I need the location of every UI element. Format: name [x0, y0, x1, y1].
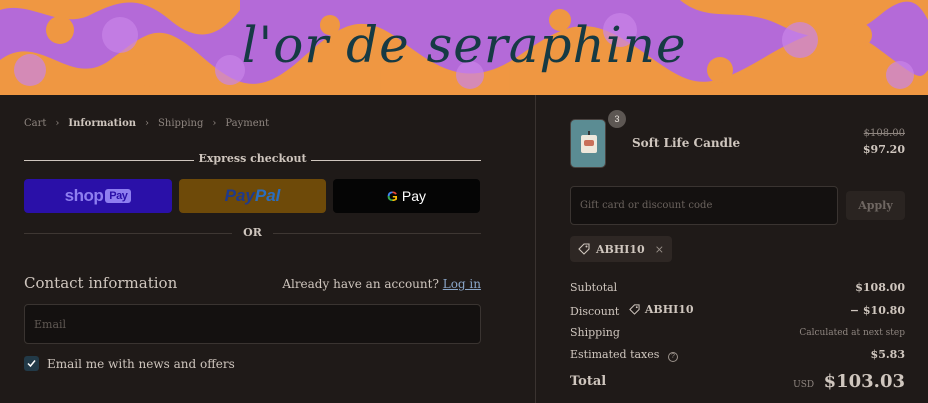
shipping-value: Calculated at next step	[799, 327, 905, 338]
login-link[interactable]: Log in	[443, 277, 481, 291]
tag-icon	[629, 304, 640, 315]
brand-logo[interactable]: l'or de seraphine	[0, 0, 928, 95]
info-icon[interactable]: ?	[667, 351, 678, 362]
taxes-value: $5.83	[870, 348, 905, 362]
taxes-row: Estimated taxes ? $5.83	[570, 348, 905, 362]
shipping-row: Shipping Calculated at next step	[570, 326, 905, 339]
divider	[311, 160, 481, 161]
discount-value: − $10.80	[849, 304, 905, 317]
product-name: Soft Life Candle	[632, 136, 741, 150]
total-label: Total	[570, 374, 607, 389]
quantity-badge: 3	[608, 110, 626, 128]
or-divider: OR	[24, 226, 481, 240]
express-checkout-header: Express checkout	[24, 152, 481, 167]
brand-banner: l'or de seraphine	[0, 0, 928, 95]
applied-code: ABHI10	[596, 242, 645, 256]
breadcrumb-cart[interactable]: Cart	[24, 118, 46, 129]
email-field[interactable]	[24, 304, 481, 344]
discounted-price: $97.20	[862, 143, 905, 156]
total-value: $103.03	[823, 371, 905, 392]
tag-icon	[578, 243, 590, 255]
chevron-right-icon: ›	[145, 118, 150, 129]
discount-row: Discount ABHI10 − $10.80	[570, 303, 905, 318]
subtotal-row: Subtotal $108.00	[570, 281, 905, 294]
product-thumbnail	[570, 119, 606, 168]
breadcrumb-shipping: Shipping	[158, 118, 204, 129]
google-pay-logo: G Pay	[386, 188, 426, 204]
order-summary: 3 Soft Life Candle $108.00 $97.20 Apply …	[536, 95, 928, 403]
subtotal-value: $108.00	[855, 281, 905, 294]
taxes-label: Estimated taxes	[570, 348, 660, 361]
discount-code-field[interactable]	[570, 186, 838, 225]
paypal-button[interactable]: PayPal	[179, 179, 326, 213]
google-pay-button[interactable]: G Pay	[333, 179, 480, 213]
newsletter-label: Email me with news and offers	[47, 356, 235, 371]
remove-discount-icon[interactable]: ×	[655, 243, 664, 256]
newsletter-row[interactable]: Email me with news and offers	[24, 356, 235, 371]
apply-button[interactable]: Apply	[846, 191, 905, 220]
subtotal-label: Subtotal	[570, 281, 618, 294]
shop-pay-logo: shop Pay	[65, 186, 132, 206]
applied-discount-chip: ABHI10 ×	[570, 236, 672, 262]
newsletter-checkbox[interactable]	[24, 356, 39, 371]
check-icon	[27, 360, 36, 368]
discount-code: ABHI10	[644, 303, 694, 316]
discount-label: Discount	[570, 305, 620, 318]
chevron-right-icon: ›	[55, 118, 60, 129]
shop-pay-button[interactable]: shop Pay	[24, 179, 172, 213]
google-g-icon: G	[386, 188, 398, 204]
shipping-label: Shipping	[570, 326, 620, 339]
contact-title: Contact information	[24, 274, 178, 292]
express-checkout-label: Express checkout	[198, 152, 307, 165]
chevron-right-icon: ›	[212, 118, 217, 129]
breadcrumb-information: Information	[68, 118, 137, 129]
checkout-main: Cart › Information › Shipping › Payment …	[0, 95, 535, 403]
account-prompt: Already have an account? Log in	[282, 277, 481, 291]
breadcrumb: Cart › Information › Shipping › Payment	[24, 118, 269, 129]
total-row: Total USD $103.03	[570, 371, 905, 392]
currency-label: USD	[793, 380, 815, 390]
breadcrumb-payment: Payment	[225, 118, 270, 129]
original-price: $108.00	[863, 128, 905, 139]
paypal-logo: PayPal	[224, 186, 281, 205]
